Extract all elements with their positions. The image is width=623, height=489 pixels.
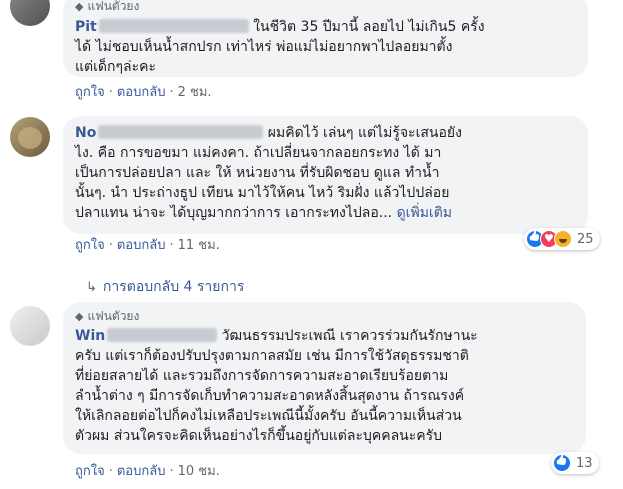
like-reaction-icon xyxy=(553,454,571,472)
reply-link[interactable]: ตอบกลับ xyxy=(117,464,166,479)
like-link[interactable]: ถูกใจ xyxy=(75,464,105,479)
comment-author[interactable]: Pit xyxy=(75,19,249,35)
avatar[interactable] xyxy=(10,117,50,157)
like-link[interactable]: ถูกใจ xyxy=(75,85,105,100)
author-name[interactable]: Win xyxy=(75,328,105,344)
comment-author[interactable]: No xyxy=(75,125,264,141)
reaction-summary[interactable]: 25 xyxy=(524,228,600,250)
comment-bubble: ◆ แฟนตัวยง Pit ในชีวิต 35 ปีมานี้ ลอยไป ไ… xyxy=(63,0,588,77)
reply-link[interactable]: ตอบกลับ xyxy=(117,85,166,100)
fan-badge-label: แฟนตัวยง xyxy=(87,309,140,323)
comment-text-line: ผมคิดไว้ เล่นๆ แต่ไม่รู้จะเสนอยัง xyxy=(267,125,462,141)
timestamp[interactable]: 2 ชม. xyxy=(178,85,212,100)
redacted-name xyxy=(107,328,218,342)
comment-text-line: ครับ แต่เราก็ต้องปรับปรุงตามกาลสมัย เช่น… xyxy=(75,348,469,364)
diamond-badge-icon: ◆ xyxy=(75,0,84,13)
comment-actions: ถูกใจ · ตอบกลับ · 10 ชม. xyxy=(75,464,220,479)
see-more-link[interactable]: ดูเพิ่มเติม xyxy=(397,205,452,221)
timestamp[interactable]: 10 ชม. xyxy=(178,464,220,479)
comment-author[interactable]: Win xyxy=(75,328,218,344)
fan-badge: ◆ แฟนตัวยง xyxy=(75,308,574,325)
comment-text-line: ไง. คือ การขอขมา แม่คงคา. ถ้าเปลี่ยนจากล… xyxy=(75,145,442,161)
comment-bubble: No ผมคิดไว้ เล่นๆ แต่ไม่รู้จะเสนอยัง ไง.… xyxy=(63,116,588,234)
comment-text-line: นั้นๆ. นำ ประถ่างธูป เทียน มาไว้ให้คน ไห… xyxy=(75,185,450,201)
diamond-badge-icon: ◆ xyxy=(75,310,84,323)
fan-badge-label: แฟนตัวยง xyxy=(87,0,140,13)
reaction-summary[interactable]: 13 xyxy=(551,452,599,474)
comment-text-line: ในชีวิต 35 ปีมานี้ ลอยไป ไม่เกิน5 ครั้ง xyxy=(253,19,485,35)
author-name[interactable]: No xyxy=(75,125,96,141)
comment-text-line: ลำน้ำต่าง ๆ มีการจัดเก็บทำความสะอาดหลังส… xyxy=(75,388,465,404)
reply-link[interactable]: ตอบกลับ xyxy=(117,238,166,253)
redacted-name xyxy=(98,19,249,33)
reaction-count: 25 xyxy=(577,231,594,247)
timestamp[interactable]: 11 ชม. xyxy=(178,238,220,253)
view-replies-link[interactable]: ↳ การตอบกลับ 4 รายการ xyxy=(86,276,244,298)
comment-bubble: ◆ แฟนตัวยง Win วัฒนธรรมประเพณี เราควรร่วม… xyxy=(63,302,586,454)
fan-badge: ◆ แฟนตัวยง xyxy=(75,0,576,15)
comment-text-line: ให้เลิกลอยต่อไปก็คงไม่เหลือประเพณีนี้มั้… xyxy=(75,408,462,424)
comment-text-line: ได้ ไม่ชอบเห็นน้ำสกปรก เท่าไหร่ พ่อแม่ไม… xyxy=(75,39,453,55)
haha-reaction-icon xyxy=(554,230,572,248)
avatar[interactable] xyxy=(10,306,50,346)
replies-label[interactable]: การตอบกลับ 4 รายการ xyxy=(103,279,244,295)
reply-arrow-icon: ↳ xyxy=(86,280,97,295)
avatar[interactable] xyxy=(10,0,50,26)
comment-text-line: ที่ย่อยสลายได้ และรวมถึงการจัดการความสะอ… xyxy=(75,368,449,384)
comment-text-line: แต่เด็กๆล่ะคะ xyxy=(75,59,156,75)
comment-actions: ถูกใจ · ตอบกลับ · 2 ชม. xyxy=(75,85,212,100)
comment-text-line: ตัวผม ส่วนใครจะคิดเห็นอย่างไรก็ขึ้นอยู่ก… xyxy=(75,428,443,444)
comment-text-line: วัฒนธรรมประเพณี เราควรร่วมกันรักษานะ xyxy=(221,328,478,344)
comment-actions: ถูกใจ · ตอบกลับ · 11 ชม. xyxy=(75,238,220,253)
reaction-count: 13 xyxy=(576,455,593,471)
like-link[interactable]: ถูกใจ xyxy=(75,238,105,253)
comment-text-line: ปลาแทน น่าจะ ได้บุญมากกว่าการ เอากระทงไป… xyxy=(75,205,393,221)
author-name[interactable]: Pit xyxy=(75,19,97,35)
comment-text-line: เป็นการปล่อยปลา และ ให้ หน่วยงาน ที่รับผ… xyxy=(75,165,440,181)
redacted-name xyxy=(98,125,264,139)
